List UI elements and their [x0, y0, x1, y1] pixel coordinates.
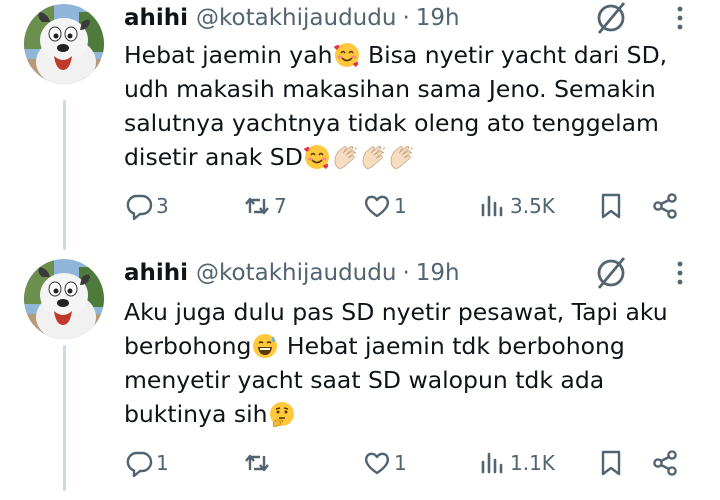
tweet-header: ahihi @kotakhijaududu · 19h: [124, 0, 460, 36]
repost-button[interactable]: 7: [242, 186, 287, 226]
separator-dot: ·: [402, 5, 410, 31]
smiling-face-with-hearts-emoji: [333, 42, 360, 68]
tweet-text-part: Hebat jaemin yah: [124, 41, 333, 69]
more-icon[interactable]: [670, 0, 690, 36]
user-handle[interactable]: @kotakhijaududu: [196, 260, 396, 286]
like-icon: [364, 195, 390, 218]
tweet-actions: 1 1 1.1K: [124, 443, 694, 483]
like-icon: [364, 452, 390, 475]
bookmark-icon: [601, 450, 621, 476]
reply-count: 1: [156, 451, 169, 475]
tweet-actions: 3 7 1 3.5K: [124, 186, 694, 226]
clapping-hands-emoji: [390, 145, 414, 169]
bookmark-button[interactable]: [596, 443, 626, 483]
display-name[interactable]: ahihi: [124, 5, 188, 31]
display-name[interactable]: ahihi: [124, 260, 188, 286]
like-count: 1: [394, 451, 407, 475]
views-icon: [481, 195, 503, 217]
tweet[interactable]: ahihi @kotakhijaududu · 19h Aku juga dul…: [0, 255, 720, 500]
bookmark-icon: [601, 193, 621, 219]
user-handle[interactable]: @kotakhijaududu: [196, 5, 396, 31]
more-icon[interactable]: [670, 255, 690, 291]
share-icon: [653, 450, 677, 476]
repost-icon: [245, 197, 269, 215]
avatar[interactable]: [24, 259, 104, 339]
share-button[interactable]: [650, 443, 680, 483]
bookmark-button[interactable]: [596, 186, 626, 226]
thinking-face-emoji: [268, 401, 295, 427]
reply-count: 3: [156, 194, 169, 218]
timestamp[interactable]: 19h: [416, 260, 460, 286]
share-button[interactable]: [650, 186, 680, 226]
tweet[interactable]: ahihi @kotakhijaududu · 19h Hebat jaemin…: [0, 0, 720, 245]
views-button[interactable]: 3.5K: [478, 186, 555, 226]
like-button[interactable]: 1: [362, 186, 407, 226]
views-icon: [481, 452, 503, 474]
views-button[interactable]: 1.1K: [478, 443, 555, 483]
reply-button[interactable]: 3: [124, 186, 169, 226]
repost-count: 7: [274, 194, 287, 218]
reply-icon: [126, 194, 153, 221]
like-count: 1: [394, 194, 407, 218]
share-icon: [653, 193, 677, 219]
avatar[interactable]: [24, 4, 104, 84]
repost-button[interactable]: [242, 443, 274, 483]
reply-icon: [126, 451, 153, 478]
clapping-hands-emoji: [334, 145, 358, 169]
tweet-header: ahihi @kotakhijaududu · 19h: [124, 255, 460, 291]
views-count: 1.1K: [510, 451, 555, 475]
smiling-face-with-hearts-emoji: [303, 144, 330, 170]
separator-dot: ·: [402, 260, 410, 286]
grinning-sweat-emoji: [252, 333, 279, 359]
grok-slash-icon[interactable]: [592, 0, 630, 36]
tweet-text: Hebat jaemin yah Bisa nyetir yacht dari …: [124, 38, 694, 174]
like-button[interactable]: 1: [362, 443, 407, 483]
views-count: 3.5K: [510, 194, 555, 218]
timestamp[interactable]: 19h: [416, 5, 460, 31]
grok-slash-icon[interactable]: [592, 255, 630, 291]
repost-icon: [245, 454, 269, 472]
reply-button[interactable]: 1: [124, 443, 169, 483]
clapping-hands-emoji: [362, 145, 386, 169]
tweet-text: Aku juga dulu pas SD nyetir pesawat, Tap…: [124, 295, 694, 431]
